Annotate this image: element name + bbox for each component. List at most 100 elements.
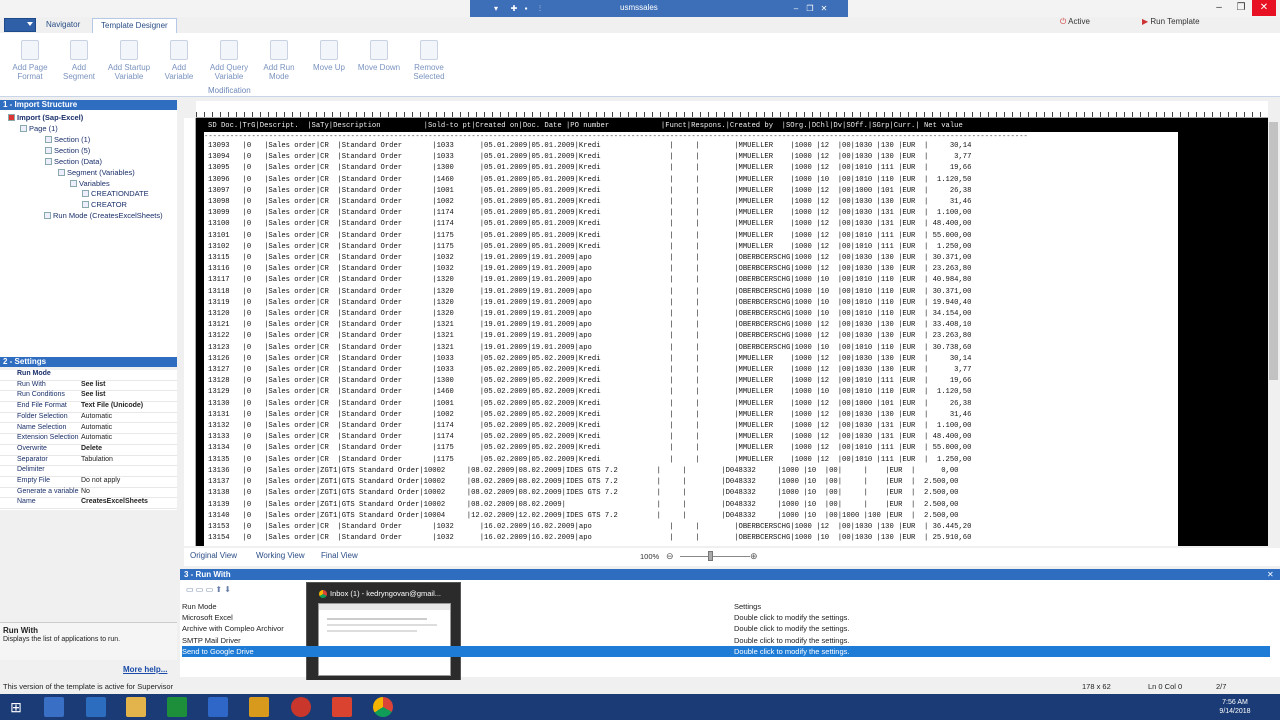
- button-label: Add Segment: [62, 63, 96, 81]
- add-startup-variable-button[interactable]: Add Startup Variable: [103, 38, 155, 88]
- restore-icon[interactable]: ❐: [806, 4, 814, 13]
- settings-row[interactable]: Overwrite Delete: [0, 445, 177, 456]
- tab-original-view[interactable]: Original View: [190, 551, 237, 560]
- settings-row[interactable]: Separator Tabulation: [0, 456, 177, 467]
- move-down-button[interactable]: Move Down: [353, 38, 405, 88]
- chrome-icon: [319, 590, 327, 598]
- run-with-item-name: SMTP Mail Driver: [182, 635, 241, 645]
- document-view[interactable]: SD Doc.|TrG|Descript. |SaTy|Description …: [196, 118, 1268, 546]
- setting-value[interactable]: Automatic: [81, 413, 112, 420]
- settings-row[interactable]: Generate a variable No: [0, 488, 177, 499]
- tree-node-segment[interactable]: Segment (Variables): [58, 168, 135, 177]
- tree-node-variables[interactable]: Variables: [70, 179, 110, 188]
- signal-icon[interactable]: ⫶: [536, 4, 544, 13]
- settings-row[interactable]: Folder Selection Automatic: [0, 413, 177, 424]
- setting-value[interactable]: Automatic: [81, 424, 112, 431]
- setting-value[interactable]: Do not apply: [81, 477, 120, 484]
- tree-node-creator[interactable]: CREATOR: [82, 200, 127, 209]
- setting-value[interactable]: Automatic: [81, 434, 112, 441]
- app-icon[interactable]: [86, 697, 106, 717]
- add-query-variable-button[interactable]: Add Query Variable: [203, 38, 255, 88]
- app-icon[interactable]: [249, 697, 269, 717]
- more-help-link[interactable]: More help...: [123, 665, 167, 674]
- button-label: Move Up: [312, 63, 345, 72]
- zoom-slider-thumb[interactable]: [708, 551, 713, 561]
- setting-value[interactable]: Tabulation: [81, 456, 113, 463]
- setting-value[interactable]: See list: [81, 381, 106, 388]
- run-with-item[interactable]: Send to Google Drive Double click to modi…: [182, 645, 1270, 657]
- setting-value[interactable]: Text File (Unicode): [81, 402, 143, 409]
- run-with-item[interactable]: Archive with Compleo Archivor Double clic…: [182, 623, 1270, 634]
- tab-navigator[interactable]: Navigator: [38, 18, 88, 33]
- report-row: 13130 |0 |Sales order|CR |Standard Order…: [208, 399, 972, 408]
- app-icon[interactable]: [291, 697, 311, 717]
- settings-row[interactable]: Name CreatesExcelSheets: [0, 498, 177, 510]
- add-segment-button[interactable]: Add Segment: [53, 38, 105, 88]
- zoom-out-icon[interactable]: ⊖: [666, 551, 674, 562]
- tab-template-designer[interactable]: Template Designer: [92, 18, 177, 33]
- settings-row[interactable]: Run With See list: [0, 381, 177, 392]
- tree-node-section-1[interactable]: Section (1): [45, 135, 90, 144]
- setting-value[interactable]: Delete: [81, 445, 102, 452]
- tree-node-import[interactable]: Import (Sap-Excel): [8, 113, 83, 122]
- add-page-format-button[interactable]: Add Page Format: [4, 38, 56, 88]
- panel-close-icon[interactable]: ✕: [1267, 570, 1274, 579]
- settings-row[interactable]: Run Conditions See list: [0, 391, 177, 403]
- section-icon: [45, 136, 52, 143]
- lock-icon[interactable]: ▪: [522, 4, 530, 13]
- run-template-button[interactable]: ▶ Run Template: [1142, 17, 1200, 26]
- minimize-icon[interactable]: –: [792, 4, 800, 13]
- report-row: 13116 |0 |Sales order|CR |Standard Order…: [208, 265, 972, 274]
- setting-key: Empty File: [17, 477, 51, 484]
- settings-row[interactable]: Delimiter: [0, 466, 177, 477]
- add-variable-button[interactable]: Add Variable: [153, 38, 205, 88]
- remove-selected-button[interactable]: Remove Selected: [403, 38, 455, 88]
- windows-start-icon[interactable]: ⊞: [6, 697, 26, 717]
- setting-value[interactable]: CreatesExcelSheets: [81, 498, 148, 505]
- pin-icon[interactable]: ✚: [510, 4, 518, 13]
- app-minimize-icon[interactable]: –: [1208, 0, 1230, 16]
- tab-final-view[interactable]: Final View: [321, 551, 358, 560]
- zoom-in-icon[interactable]: ⊕: [750, 551, 758, 562]
- app-icon[interactable]: [208, 697, 228, 717]
- setting-key: Extension Selection: [17, 434, 79, 442]
- app-restore-icon[interactable]: ❐: [1230, 0, 1252, 16]
- button-label: Add Page Format: [12, 63, 48, 81]
- scrollbar-thumb[interactable]: [1269, 122, 1278, 380]
- tree-node-run-mode[interactable]: Run Mode (CreatesExcelSheets): [44, 211, 163, 220]
- tree-node-section-5[interactable]: Section (5): [45, 146, 90, 155]
- system-clock[interactable]: 7:56 AM 9/14/2018: [1205, 698, 1265, 716]
- settings-grid: Run Mode Run With See list Run Conditions S…: [0, 370, 177, 510]
- folder-icon[interactable]: [126, 697, 146, 717]
- settings-row[interactable]: End File Format Text File (Unicode): [0, 402, 177, 413]
- button-label: Add Variable: [164, 63, 194, 81]
- setting-value[interactable]: No: [81, 488, 90, 495]
- report-row: 13101 |0 |Sales order|CR |Standard Order…: [208, 231, 972, 240]
- settings-row[interactable]: Name Selection Automatic: [0, 424, 177, 435]
- app-icon[interactable]: [332, 697, 352, 717]
- tab-working-view[interactable]: Working View: [256, 551, 305, 560]
- zoom-slider[interactable]: [680, 556, 750, 557]
- tree-node-page[interactable]: Page (1): [20, 124, 58, 133]
- chrome-taskbar-icon[interactable]: [373, 697, 393, 717]
- segment-icon: [58, 169, 65, 176]
- tree-node-creationdate[interactable]: CREATIONDATE: [82, 189, 149, 198]
- close-icon[interactable]: ✕: [820, 4, 828, 13]
- dropdown-arrow-icon[interactable]: ▾: [492, 4, 500, 13]
- settings-row[interactable]: Extension Selection Automatic: [0, 434, 177, 445]
- settings-row[interactable]: Empty File Do not apply: [0, 477, 177, 488]
- setting-value[interactable]: See list: [81, 391, 106, 398]
- vertical-ruler: [184, 118, 196, 546]
- move-up-button[interactable]: Move Up: [303, 38, 355, 88]
- app-close-icon[interactable]: ✕: [1252, 0, 1276, 16]
- report-row: 13120 |0 |Sales order|CR |Standard Order…: [208, 310, 972, 319]
- app-icon[interactable]: [44, 697, 64, 717]
- tree-node-section-data[interactable]: Section (Data): [45, 157, 102, 166]
- run-with-toolbar: ▭ ▭ ▭ ⬆ ⬇: [186, 585, 231, 594]
- active-status[interactable]: ⏻ Active: [1060, 17, 1090, 27]
- add-run-mode-button[interactable]: Add Run Mode: [253, 38, 305, 88]
- run-with-item[interactable]: SMTP Mail Driver Double click to modify t…: [182, 635, 1270, 646]
- report-row: 13118 |0 |Sales order|CR |Standard Order…: [208, 287, 972, 296]
- run-with-item[interactable]: Microsoft Excel Double click to modify th…: [182, 612, 1270, 623]
- excel-icon[interactable]: [167, 697, 187, 717]
